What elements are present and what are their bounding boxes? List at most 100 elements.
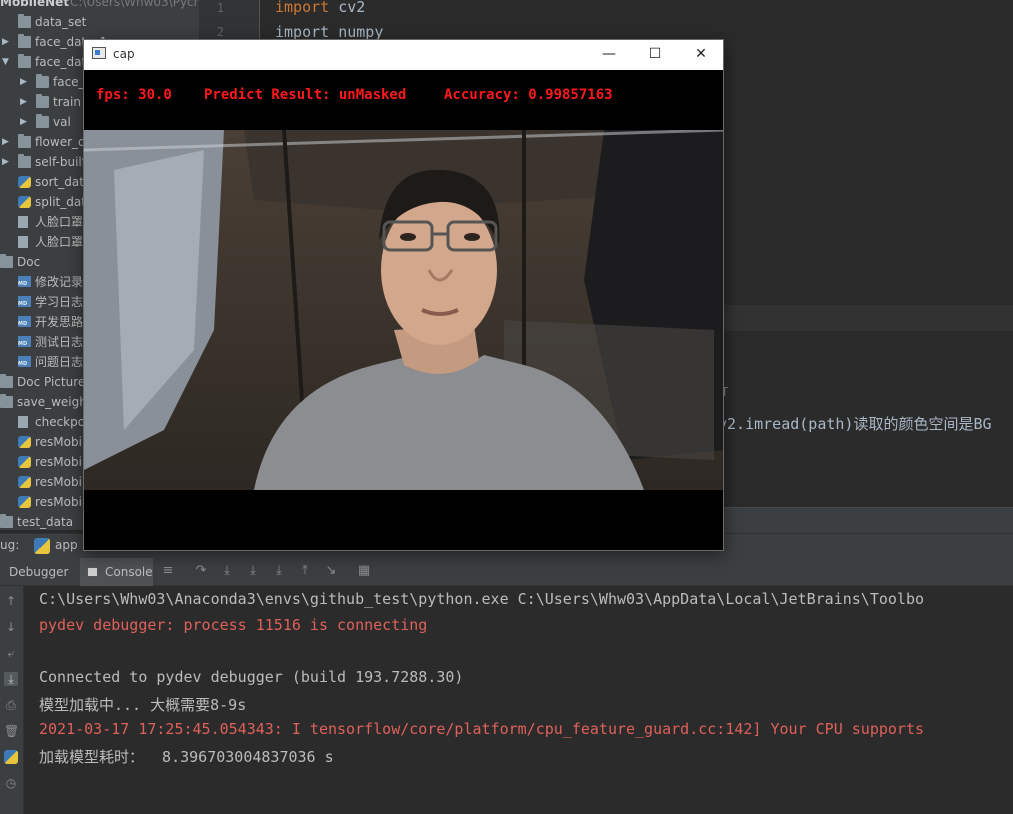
step-into-my-code-icon[interactable]: ⤓ bbox=[246, 564, 260, 578]
console-line: pydev debugger: process 11516 is connect… bbox=[39, 616, 428, 634]
tab-debugger[interactable]: Debugger bbox=[9, 558, 68, 586]
tree-item-label: data_set bbox=[35, 15, 87, 29]
webcam-image bbox=[84, 130, 723, 490]
folder-icon bbox=[0, 374, 13, 388]
tree-item-label: self-built bbox=[35, 155, 87, 169]
evaluate-grid-icon[interactable]: ▦ bbox=[357, 564, 371, 578]
minimize-button[interactable]: — bbox=[586, 40, 632, 70]
cap-window[interactable]: cap — ☐ ✕ fps: 30.0 Predict Result: unMa… bbox=[83, 39, 724, 551]
tree-item-label: checkpo bbox=[35, 415, 86, 429]
accuracy-text: Accuracy: 0.99857163 bbox=[444, 87, 613, 103]
markdown-file-icon bbox=[18, 276, 31, 287]
console-line: 加载模型耗时： 8.396703004837036 s bbox=[39, 748, 334, 766]
window-title: cap bbox=[113, 47, 135, 61]
tree-item-label: Doc Picture bbox=[17, 375, 86, 389]
project-root[interactable]: MobileNet C:\Users\Whw03\Pych bbox=[0, 0, 200, 12]
tab-console-label: Console bbox=[105, 565, 153, 579]
code-comment-fragment: v2.imread(path)读取的颜色空间是BG bbox=[718, 415, 992, 433]
keyword: import bbox=[275, 0, 330, 16]
folder-icon bbox=[0, 254, 13, 268]
console-icon bbox=[87, 567, 98, 577]
window-app-icon bbox=[92, 47, 106, 59]
python-file-icon bbox=[18, 476, 31, 488]
tree-item-label: 学习日志 bbox=[35, 295, 84, 309]
tree-item[interactable]: data_set bbox=[0, 12, 199, 32]
prediction-overlay: fps: 30.0 Predict Result: unMasked Accur… bbox=[84, 70, 723, 130]
console-output[interactable]: C:\Users\Whw03\Anaconda3\envs\github_tes… bbox=[25, 586, 1013, 814]
collapsed-arrow-icon[interactable]: ▶ bbox=[2, 152, 12, 172]
close-button[interactable]: ✕ bbox=[678, 40, 724, 70]
soft-wrap-icon[interactable]: ⤶ bbox=[4, 646, 18, 660]
scroll-to-end-icon[interactable]: ⤓ bbox=[4, 672, 18, 686]
file-icon bbox=[18, 216, 28, 228]
console-line: C:\Users\Whw03\Anaconda3\envs\github_tes… bbox=[39, 590, 925, 608]
python-file-icon bbox=[18, 496, 31, 508]
tree-item-label: Doc bbox=[17, 255, 41, 269]
folder-icon bbox=[18, 134, 31, 148]
folder-icon bbox=[36, 114, 49, 128]
run-config-tab[interactable]: app bbox=[55, 538, 78, 552]
tree-item-label: resMobi bbox=[35, 455, 82, 469]
code-text: cv2 bbox=[329, 0, 366, 16]
collapsed-arrow-icon[interactable]: ▶ bbox=[20, 92, 30, 112]
print-icon[interactable]: ⎙ bbox=[4, 698, 18, 712]
step-over-icon[interactable]: ↷ bbox=[194, 564, 208, 578]
folder-icon bbox=[0, 514, 13, 528]
tree-item-label: resMobi bbox=[35, 495, 82, 509]
tree-item-label: save_weigh bbox=[17, 395, 87, 409]
tab-console[interactable]: Console bbox=[80, 558, 153, 586]
cap-title-bar[interactable]: cap — ☐ ✕ bbox=[84, 40, 723, 70]
tree-item-label: 人脸口罩 bbox=[35, 235, 84, 249]
ide-window: MobileNet C:\Users\Whw03\Pych data_set ▶ f… bbox=[0, 0, 1013, 814]
tree-item-label: split_dat bbox=[35, 195, 86, 209]
scroll-down-icon[interactable]: ↓ bbox=[4, 620, 18, 634]
tree-item-label: face_dat bbox=[35, 55, 87, 69]
run-to-cursor-icon[interactable]: ↘ bbox=[324, 564, 338, 578]
expanded-arrow-icon[interactable]: ▼ bbox=[2, 52, 12, 72]
collapsed-arrow-icon[interactable]: ▶ bbox=[20, 72, 30, 92]
folder-icon bbox=[36, 74, 49, 88]
tree-item-label: 修改记录 bbox=[35, 275, 84, 289]
tree-item-label: flower_d bbox=[35, 135, 86, 149]
python-file-icon bbox=[18, 436, 31, 448]
folder-icon bbox=[0, 394, 13, 408]
debug-tab-bar: Debugger Console ≡ ↷ ⤓ ⤓ ⤓ ⤒ ↘ ▦ bbox=[0, 558, 1013, 586]
markdown-file-icon bbox=[18, 336, 31, 347]
trash-icon[interactable]: 🗑 bbox=[4, 724, 19, 738]
tree-item-label: resMobi bbox=[35, 435, 82, 449]
collapsed-arrow-icon[interactable]: ▶ bbox=[2, 32, 12, 52]
fps-text: fps: 30.0 bbox=[96, 87, 172, 103]
scroll-up-icon[interactable]: ↑ bbox=[4, 594, 18, 608]
history-icon[interactable]: ◷ bbox=[4, 776, 18, 790]
webcam-bottom-bar bbox=[84, 490, 723, 550]
line-number: 1 bbox=[216, 1, 224, 15]
tree-item-label: 问题日志 bbox=[35, 355, 84, 369]
force-step-into-icon[interactable]: ⤓ bbox=[272, 564, 286, 578]
collapsed-arrow-icon[interactable]: ▶ bbox=[20, 112, 30, 132]
file-icon bbox=[18, 236, 28, 248]
console-line: 2021-03-17 17:25:45.054343: I tensorflow… bbox=[39, 720, 925, 738]
predict-result-text: Predict Result: unMasked bbox=[204, 87, 407, 103]
collapsed-arrow-icon[interactable]: ▶ bbox=[2, 132, 12, 152]
tree-item-label: 人脸口罩 bbox=[35, 215, 84, 229]
project-root-path: C:\Users\Whw03\Pych bbox=[70, 0, 200, 9]
tree-item-label: 开发思路 bbox=[35, 315, 84, 329]
menu-lines-icon[interactable]: ≡ bbox=[161, 564, 175, 578]
step-out-icon[interactable]: ⤒ bbox=[298, 564, 312, 578]
python-file-icon bbox=[18, 176, 31, 188]
webcam-frame bbox=[84, 130, 723, 490]
python-file-icon bbox=[18, 196, 31, 208]
console-line: Connected to pydev debugger (build 193.7… bbox=[39, 668, 464, 686]
step-into-icon[interactable]: ⤓ bbox=[220, 564, 234, 578]
tree-item-label: sort_dat bbox=[35, 175, 84, 189]
tree-item-label: 测试日志 bbox=[35, 335, 84, 349]
folder-icon bbox=[36, 94, 49, 108]
maximize-button[interactable]: ☐ bbox=[632, 40, 678, 70]
line-number: 2 bbox=[216, 25, 224, 39]
folder-icon bbox=[18, 14, 31, 28]
folder-icon bbox=[18, 34, 31, 48]
python-console-icon[interactable] bbox=[4, 750, 18, 764]
console-line: 模型加载中... 大概需要8-9s bbox=[39, 696, 247, 714]
markdown-file-icon bbox=[18, 316, 31, 327]
folder-icon bbox=[18, 54, 31, 68]
